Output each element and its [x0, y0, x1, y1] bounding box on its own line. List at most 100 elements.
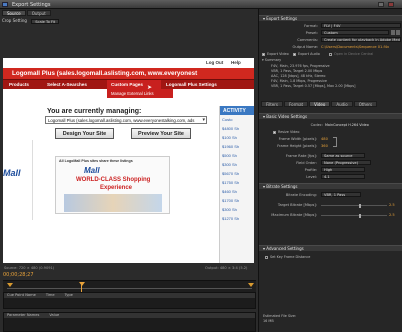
- scale-dropdown[interactable]: Scale To Fit: [31, 18, 60, 24]
- summary-line: F4V, Main, 1.8 Mbps, Progressive: [271, 79, 327, 83]
- field-order-dropdown[interactable]: None (Progressive): [321, 160, 371, 165]
- preset-dropdown[interactable]: Custom: [321, 30, 389, 35]
- activity-item[interactable]: $300 Sh: [222, 162, 254, 171]
- activity-item[interactable]: $500 Sh: [222, 153, 254, 162]
- activity-item[interactable]: $460 Sh: [222, 189, 254, 198]
- tab-format[interactable]: Format: [284, 101, 309, 107]
- bitrate-encoding-label: Bitrate Encoding:: [285, 193, 317, 197]
- logout-link[interactable]: Log Out: [206, 60, 223, 65]
- frame-height-value[interactable]: 360: [321, 144, 328, 148]
- close-button[interactable]: [388, 2, 394, 7]
- frame-rate-dropdown[interactable]: Same as source: [321, 153, 365, 158]
- activity-item[interactable]: Custo: [222, 117, 254, 126]
- summary-label: Summary: [264, 58, 282, 62]
- activity-item[interactable]: $5670 Sh: [222, 171, 254, 180]
- banner-title: Logomall Plus (sales.logomall.aslisting.…: [12, 70, 198, 77]
- resize-video-checkbox[interactable]: Resize Video: [273, 130, 299, 134]
- activity-item[interactable]: $1270 Sh: [222, 216, 254, 225]
- help-link[interactable]: Help: [231, 60, 241, 65]
- nav-settings[interactable]: Logomall Plus Settings: [166, 82, 217, 87]
- summary-toggle[interactable]: ▾ Summary: [262, 58, 281, 62]
- out-point-marker[interactable]: [248, 283, 254, 287]
- preview-site-label: Preview Your Site: [138, 131, 184, 137]
- max-bitrate-knob[interactable]: [359, 214, 361, 218]
- minimize-button[interactable]: [378, 2, 384, 7]
- target-bitrate-knob[interactable]: [359, 204, 361, 208]
- export-settings-title: Export Settings: [266, 16, 298, 21]
- export-settings-pane: ▾ Export Settings Format: FLV | F4V Pres…: [258, 9, 402, 332]
- tab-audio[interactable]: Audio: [331, 101, 353, 107]
- constrain-link-icon[interactable]: [333, 137, 337, 147]
- video-preview: Log Out Help Logomall Plus (sales.logoma…: [3, 58, 254, 263]
- timecode[interactable]: 00;00;28;27: [3, 272, 34, 278]
- summary-line: VBR, 1 Pass, Target 0.57 [Mbps], Max 2.0…: [271, 84, 356, 88]
- output-name-link[interactable]: C:\Users\Documents\Sequence 01.f4v: [321, 45, 401, 49]
- activity-list: Custo $4800 Sh $100 Sh $1960 Sh $500 Sh …: [222, 117, 254, 225]
- activity-item[interactable]: $300 Sh: [222, 207, 254, 216]
- max-bitrate-value[interactable]: 2.5: [389, 213, 395, 217]
- basic-video-title: Basic Video Settings: [266, 114, 308, 119]
- activity-item[interactable]: $4800 Sh: [222, 126, 254, 135]
- managing-heading: You are currently managing:: [47, 108, 142, 115]
- playhead-handle[interactable]: [79, 282, 85, 286]
- comments-field[interactable]: Create content for playback in Adobe Med…: [321, 37, 401, 42]
- world-class-text: WORLD-CLASS Shopping: [76, 177, 151, 183]
- basic-video-header[interactable]: ▾ Basic Video Settings: [259, 113, 402, 119]
- frame-rate-label: Frame Rate [fps]:: [285, 154, 317, 158]
- cursor-icon: ➤: [147, 85, 153, 91]
- preview-site-button[interactable]: Preview Your Site: [131, 128, 191, 139]
- keyframe-checkbox[interactable]: Set Key Frame Distance: [265, 255, 310, 259]
- export-audio-label: Export Audio: [298, 52, 320, 56]
- tab-filters[interactable]: Filters: [261, 101, 283, 107]
- tab-video[interactable]: Video: [309, 101, 331, 107]
- bitrate-encoding-dropdown[interactable]: VBR, 1 Pass: [321, 192, 361, 197]
- activity-item[interactable]: $100 Sh: [222, 135, 254, 144]
- listings-label: All LogoMall Plus sites share these list…: [59, 159, 133, 163]
- max-bitrate-slider[interactable]: [321, 215, 387, 216]
- save-preset-icon[interactable]: [391, 30, 395, 35]
- open-device-check: [329, 52, 332, 56]
- tab-source[interactable]: Source: [2, 10, 26, 16]
- managing-select[interactable]: Logomall Plus (sales.logomall.aslisting.…: [45, 116, 207, 124]
- nav-products[interactable]: Products: [9, 82, 29, 87]
- open-device-central-checkbox[interactable]: Open in Device Central: [329, 52, 373, 56]
- tab-others[interactable]: Others: [353, 101, 378, 107]
- brand-logo: Mall: [3, 168, 21, 178]
- advanced-header[interactable]: ▾ Advanced Settings: [259, 245, 402, 251]
- profile-dropdown[interactable]: High: [321, 167, 365, 172]
- activity-header: ACTIVITY: [220, 106, 254, 115]
- level-label: Level:: [306, 175, 317, 179]
- delete-preset-icon[interactable]: [396, 30, 400, 35]
- export-audio-check: [293, 52, 296, 56]
- profile-label: Profile:: [304, 168, 317, 172]
- open-device-label: Open in Device Central: [334, 52, 374, 56]
- parameter-table: Parameter Names Value: [3, 312, 256, 332]
- codec-label: Codec:: [310, 123, 323, 127]
- max-bitrate-label: Maximum Bitrate [Mbps]:: [271, 213, 317, 217]
- format-label: Format:: [304, 24, 318, 28]
- level-dropdown[interactable]: 4.1: [321, 174, 365, 179]
- preset-label: Preset:: [305, 31, 318, 35]
- bitrate-title: Bitrate Settings: [266, 184, 298, 189]
- frame-width-value[interactable]: 480: [321, 137, 328, 141]
- tab-output[interactable]: Output: [26, 10, 51, 16]
- activity-item[interactable]: $1960 Sh: [222, 144, 254, 153]
- format-dropdown[interactable]: FLV | F4V: [321, 23, 401, 28]
- target-bitrate-slider[interactable]: [321, 205, 387, 206]
- export-audio-checkbox[interactable]: Export Audio: [293, 52, 320, 56]
- settings-tabs: Filters Format Video Audio Others: [261, 101, 378, 107]
- activity-item[interactable]: $1750 Sh: [222, 180, 254, 189]
- design-site-button[interactable]: Design Your Site: [55, 128, 114, 139]
- activity-item[interactable]: $1700 Sh: [222, 198, 254, 207]
- target-bitrate-value[interactable]: 2.5: [389, 203, 395, 207]
- summary-line: AAC, 128 [kbps], 48 kHz, Stereo: [271, 74, 326, 78]
- keyframe-check: [265, 255, 268, 259]
- export-settings-header[interactable]: ▾ Export Settings: [259, 15, 402, 21]
- in-point-marker[interactable]: [7, 283, 13, 287]
- site-nav: Products Select A-Searches Custom Pages …: [3, 79, 254, 90]
- timeline[interactable]: [3, 280, 256, 292]
- export-video-checkbox[interactable]: Export Video: [262, 52, 289, 56]
- bitrate-header[interactable]: ▾ Bitrate Settings: [259, 183, 402, 189]
- manage-external-links-item[interactable]: Manage External Links: [111, 91, 154, 96]
- nav-select-a-searches[interactable]: Select A-Searches: [47, 82, 87, 87]
